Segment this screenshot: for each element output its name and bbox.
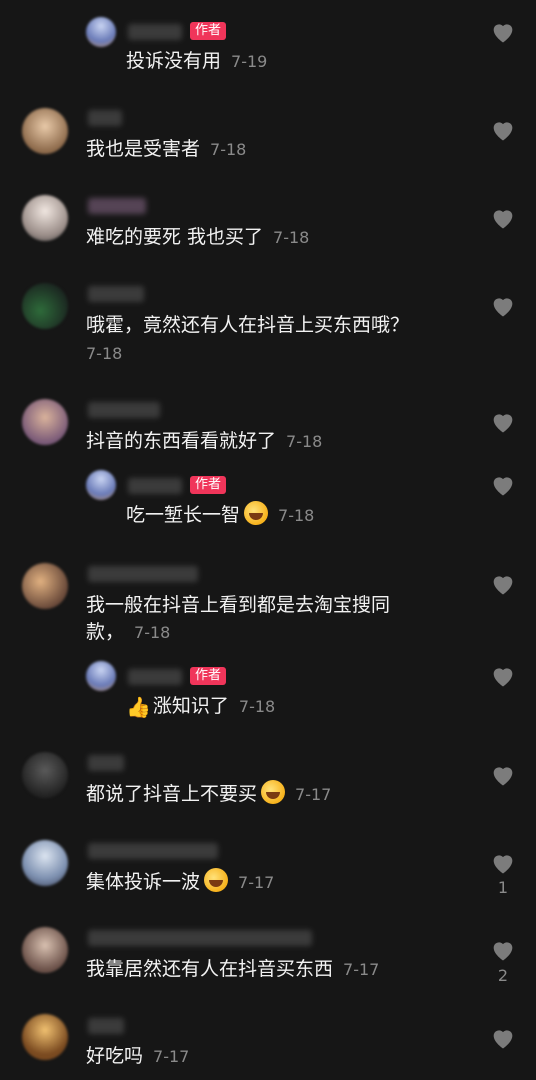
avatar[interactable]	[22, 195, 68, 241]
laughing-emoji-icon	[244, 501, 269, 525]
avatar[interactable]	[22, 399, 68, 445]
comment-body: 涨知识了	[152, 695, 229, 717]
laughing-emoji-icon	[261, 780, 286, 804]
heart-icon[interactable]	[489, 570, 517, 598]
comment-date: 7-18	[86, 344, 123, 363]
comment-date: 7-18	[210, 140, 247, 159]
comment-body: 好吃吗	[86, 1045, 144, 1067]
comment-date: 7-17	[343, 960, 380, 979]
comment-body: 集体投诉一波	[86, 871, 201, 893]
avatar[interactable]	[22, 283, 68, 329]
comment-date: 7-17	[238, 873, 275, 892]
comment-text: 集体投诉一波 7-17	[86, 867, 436, 898]
comment-body: 哦霍，竟然还有人在抖音上买东西哦？	[86, 314, 410, 336]
username-blurred[interactable]	[88, 566, 198, 582]
username-blurred[interactable]	[88, 402, 160, 418]
username-blurred[interactable]	[88, 755, 124, 771]
heart-icon[interactable]	[489, 662, 517, 690]
comment-date: 7-19	[231, 52, 268, 71]
comment-text: 抖音的东西看看就好了 7-18	[86, 426, 436, 457]
comment-text: 我靠居然还有人在抖音买东西 7-17	[86, 954, 466, 985]
username-blurred[interactable]	[88, 930, 312, 946]
comment-date: 7-18	[286, 432, 323, 451]
username-blurred[interactable]	[128, 24, 182, 40]
comment-body: 我一般在抖音上看到都是去淘宝搜同	[86, 594, 391, 616]
comment-text: 都说了抖音上不要买 7-17	[86, 779, 436, 810]
username-blurred[interactable]	[88, 198, 146, 214]
comment-text: 吃一堑长一智 7-18	[126, 500, 476, 531]
author-badge: 作者	[190, 667, 227, 685]
comment-text: 难吃的要死 我也买了 7-18	[86, 222, 436, 253]
comment-body: 都说了抖音上不要买	[86, 783, 258, 805]
avatar[interactable]	[86, 470, 116, 500]
like-count: 1	[497, 878, 509, 897]
comment-body: 款，	[86, 621, 125, 643]
username-blurred[interactable]	[128, 478, 182, 494]
heart-icon[interactable]	[489, 761, 517, 789]
comment-date: 7-18	[134, 623, 171, 642]
comment-body: 抖音的东西看看就好了	[86, 430, 277, 452]
comment-body: 投诉没有用	[126, 50, 222, 72]
username-blurred[interactable]	[88, 286, 144, 302]
username-blurred[interactable]	[128, 669, 182, 685]
avatar[interactable]	[22, 840, 68, 886]
comment-text-line2: 款， 7-18	[86, 617, 436, 648]
comment-date: 7-17	[153, 1047, 190, 1066]
avatar[interactable]	[86, 17, 116, 47]
comment-text: 投诉没有用 7-19	[126, 46, 476, 77]
author-badge: 作者	[190, 476, 227, 494]
heart-icon[interactable]	[489, 1024, 517, 1052]
heart-icon[interactable]	[489, 292, 517, 320]
username-blurred[interactable]	[88, 1018, 124, 1034]
username-blurred[interactable]	[88, 843, 218, 859]
comment-text: 哦霍，竟然还有人在抖音上买东西哦？	[86, 310, 466, 340]
heart-icon[interactable]	[489, 408, 517, 436]
comment-body: 我靠居然还有人在抖音买东西	[86, 958, 334, 980]
comment-text: 好吃吗 7-17	[86, 1041, 436, 1072]
comment-text: 👍 涨知识了 7-18	[126, 691, 476, 722]
avatar[interactable]	[22, 108, 68, 154]
avatar[interactable]	[22, 752, 68, 798]
comment-body: 难吃的要死 我也买了	[86, 226, 264, 248]
avatar[interactable]	[22, 563, 68, 609]
comment-text: 我一般在抖音上看到都是去淘宝搜同	[86, 590, 466, 620]
heart-icon[interactable]	[489, 849, 517, 877]
like-count: 2	[497, 966, 509, 985]
comment-body: 我也是受害者	[86, 138, 201, 160]
comment-text: 我也是受害者 7-18	[86, 134, 436, 165]
avatar[interactable]	[22, 927, 68, 973]
comment-date: 7-18	[238, 697, 276, 716]
laughing-emoji-icon	[204, 868, 229, 892]
comment-date: 7-17	[295, 785, 332, 804]
author-badge: 作者	[190, 22, 227, 40]
comment-date: 7-18	[278, 506, 315, 525]
heart-icon[interactable]	[489, 471, 517, 499]
heart-icon[interactable]	[489, 204, 517, 232]
comment-body: 吃一堑长一智	[126, 504, 241, 526]
comment-date: 7-18	[273, 228, 310, 247]
avatar[interactable]	[86, 661, 116, 691]
heart-icon[interactable]	[489, 116, 517, 144]
thumbs-up-emoji-icon: 👍	[126, 695, 151, 719]
heart-icon[interactable]	[489, 18, 517, 46]
heart-icon[interactable]	[489, 936, 517, 964]
avatar[interactable]	[22, 1014, 68, 1060]
username-blurred[interactable]	[88, 110, 122, 126]
